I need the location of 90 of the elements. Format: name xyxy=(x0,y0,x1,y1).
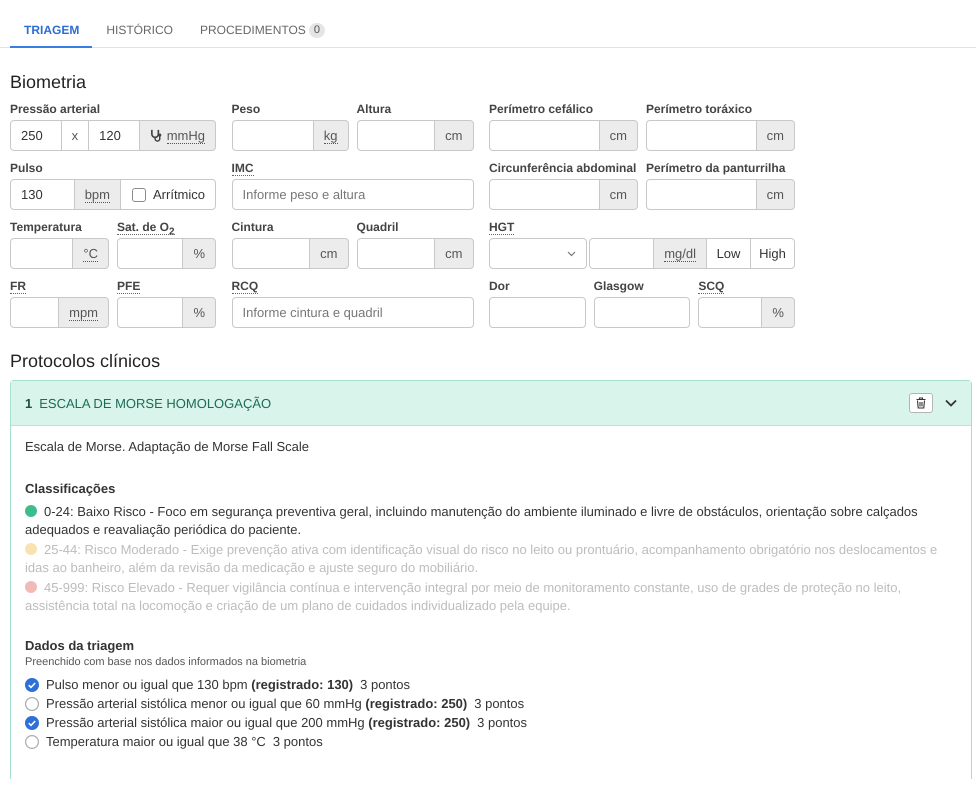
input-field[interactable]: Informe peso e altura xyxy=(232,179,474,210)
unit-addon: % xyxy=(761,297,795,328)
dropdown-field[interactable] xyxy=(489,238,587,269)
input-field[interactable] xyxy=(589,238,654,269)
input-field[interactable] xyxy=(594,297,690,328)
protocol-description: Escala de Morse. Adaptação de Morse Fall Scale xyxy=(25,438,310,456)
input-field[interactable] xyxy=(489,120,600,151)
input-field[interactable] xyxy=(232,120,314,151)
field-label: Quadril xyxy=(356,220,399,234)
field-label: Altura xyxy=(356,102,392,116)
unit-addon: % xyxy=(182,238,216,269)
classification-text: 45-999: Risco Elevado - Requer vigilância contínua e intervenção integral por meio de monitoramento constante, uso de grades de proteção no leito, assistência total na locomoção e criação de um plano de cuidados individualizado pela equipe. xyxy=(25,580,902,613)
unit-addon: cm xyxy=(598,179,638,210)
field-label: Dor xyxy=(489,279,510,293)
field-label: HGT xyxy=(489,220,514,235)
criterion-text: Pressão arterial sistólica menor ou igual que 60 mmHg (registrado: 250) xyxy=(46,695,468,713)
field-label: FR xyxy=(10,279,26,294)
field-label: PFE xyxy=(117,279,140,294)
tab[interactable]: PROCEDIMENTOS 0 xyxy=(186,0,338,48)
stethoscope-icon xyxy=(150,129,163,142)
criterion-text: Pulso menor ou igual que 130 bpm (registrado: 130) xyxy=(46,676,354,694)
unit-addon: kg xyxy=(312,120,348,151)
field-label: Pressão arterial xyxy=(10,102,100,116)
field-label: SCQ xyxy=(698,279,724,294)
unit-addon: cm xyxy=(309,238,348,269)
field-label: Sat. de O$_{2}$ xyxy=(117,220,175,235)
chevron-down-icon[interactable] xyxy=(945,399,957,407)
protocol-title: ESCALA DE MORSE HOMOLOGAÇÃO xyxy=(39,396,272,410)
tab[interactable]: TRIAGEM xyxy=(10,0,92,48)
classification-text: 0-24: Baixo Risco - Foco em segurança preventiva geral, incluindo manutenção do ambiente iluminado e livre de obstáculos, orientação sobre calçados adequados e reavaliação periódica do paciente. xyxy=(25,504,918,537)
delete-button[interactable] xyxy=(909,393,933,413)
input-field[interactable]: 250 xyxy=(10,120,62,151)
subsection-title: Dados da triagem xyxy=(25,637,136,655)
input-field[interactable] xyxy=(356,120,436,151)
field-label: Perímetro cefálico xyxy=(489,102,594,116)
unit-addon: cm xyxy=(434,238,474,269)
section-title: Biometria xyxy=(9,71,88,93)
field-label: IMC xyxy=(232,161,254,176)
field-label: Pulso xyxy=(10,161,43,175)
field-label: Circunferência abdominal xyxy=(489,161,636,175)
unit-addon: mg/dl xyxy=(653,238,707,269)
count-badge: 0 xyxy=(308,22,325,38)
field-label: RCQ xyxy=(232,279,258,294)
range-button[interactable]: Low xyxy=(706,238,751,269)
input-field[interactable] xyxy=(356,238,436,269)
input-field[interactable] xyxy=(117,297,184,328)
field-label: Perímetro toráxico xyxy=(646,102,752,116)
points-text: 3 pontos xyxy=(477,714,528,732)
field-label: Cintura xyxy=(232,220,274,234)
input-field[interactable] xyxy=(646,179,757,210)
unit-addon: % xyxy=(182,297,216,328)
input-field[interactable] xyxy=(646,120,757,151)
unit-addon: cm xyxy=(434,120,474,151)
input-field[interactable] xyxy=(232,238,310,269)
chevron-down-icon xyxy=(567,250,576,256)
criterion-text: Pressão arterial sistólica maior ou igual que 200 mmHg (registrado: 250) xyxy=(46,714,470,732)
classification-text: 25-44: Risco Moderado - Exige prevenção ativa com identificação visual do risco no leito ou prontuário, acompanhamento obrigatório nos deslocamentos e idas ao banheiro, além da revisão da medicação e ajuste seguro do mobiliário. xyxy=(25,542,938,575)
protocol-number: 1 xyxy=(25,396,32,410)
subsection-title: Classificações xyxy=(25,480,116,498)
input-field[interactable] xyxy=(489,179,600,210)
input-field[interactable] xyxy=(10,297,60,328)
input-field[interactable] xyxy=(698,297,762,328)
tab[interactable]: HISTÓRICO xyxy=(92,0,186,48)
checkbox[interactable] xyxy=(132,188,146,202)
unit-addon: cm xyxy=(598,120,638,151)
subsection-subtitle: Preenchido com base nos dados informados na biometria xyxy=(25,655,308,669)
unit-addon: cm xyxy=(756,120,795,151)
criterion-text: Temperatura maior ou igual que 38 °C xyxy=(46,733,266,751)
range-button[interactable]: High xyxy=(750,238,795,269)
unit-addon: bpm xyxy=(74,179,121,210)
field-label: Perímetro da panturrilha xyxy=(646,161,786,175)
input-field[interactable]: 130 xyxy=(10,179,75,210)
input-field[interactable] xyxy=(117,238,184,269)
points-text: 3 pontos xyxy=(360,676,410,694)
input-field[interactable] xyxy=(10,238,74,269)
unit-addon: °C xyxy=(72,238,109,269)
field-label: Glasgow xyxy=(594,279,644,293)
unit-addon: cm xyxy=(756,179,795,210)
unit-label: mmHg xyxy=(166,128,205,144)
input-field[interactable]: Informe cintura e quadril xyxy=(232,297,474,328)
field-label: Peso xyxy=(232,102,260,116)
checkbox-option[interactable]: Arrítmico xyxy=(120,179,216,210)
input-field[interactable]: 120 xyxy=(88,120,140,151)
points-text: 3 pontos xyxy=(474,695,524,713)
unit-addon: mpm xyxy=(58,297,109,328)
points-text: 3 pontos xyxy=(272,733,323,751)
trash-icon xyxy=(916,397,926,409)
section-title: Protocolos clínicos xyxy=(9,350,162,372)
input-field[interactable] xyxy=(489,297,586,328)
field-label: Temperatura xyxy=(10,220,82,234)
